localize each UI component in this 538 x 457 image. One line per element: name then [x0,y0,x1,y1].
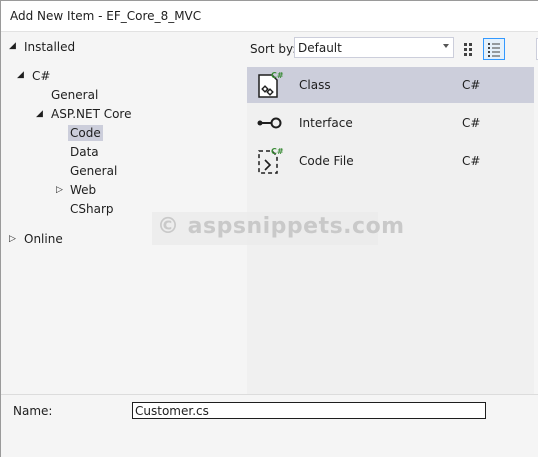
expanded-arrow-icon[interactable]: ◢ [36,109,43,119]
template-language: C# [462,154,481,168]
tree-item-general[interactable]: General [51,88,98,102]
sort-by-dropdown[interactable]: Default [294,37,454,58]
expanded-arrow-icon[interactable]: ◢ [9,41,16,51]
collapsed-arrow-icon[interactable]: ▷ [9,234,16,244]
grid-view-icon [464,43,472,56]
sort-by-value: Default [298,41,342,55]
tree-item-general-sub[interactable]: General [70,164,117,178]
template-item-class[interactable]: C# Class C# [247,67,534,103]
watermark-text: © aspsnippets.com [157,214,405,239]
window-title: Add New Item - EF_Core_8_MVC [10,9,202,23]
bottom-panel: Name: [1,394,538,457]
template-language: C# [462,116,481,130]
expanded-arrow-icon[interactable]: ◢ [17,70,24,80]
tree-item-csharp[interactable]: C# [32,69,50,83]
medium-icons-view-button[interactable] [459,38,481,60]
name-label: Name: [13,404,53,418]
tree-item-online[interactable]: Online [24,232,63,246]
watermark: © aspsnippets.com [152,212,404,245]
template-language: C# [462,78,481,92]
template-name: Interface [299,116,353,130]
interface-icon [257,117,282,129]
tree-item-code[interactable]: Code [68,125,103,141]
list-view-icon [488,43,500,57]
name-field[interactable] [132,402,486,419]
chevron-down-icon [443,44,449,48]
title-bar: Add New Item - EF_Core_8_MVC [1,1,538,32]
template-item-code-file[interactable]: C# Code File C# [247,143,534,179]
tree-item-aspnet-core[interactable]: ASP.NET Core [51,107,131,121]
class-icon: C# [258,71,284,98]
template-name: Class [299,78,331,92]
tree-item-web[interactable]: Web [70,183,96,197]
template-item-interface[interactable]: Interface C# [247,105,534,141]
svg-text:C#: C# [271,71,284,80]
sort-by-label: Sort by: [250,42,297,56]
template-name: Code File [299,154,354,168]
add-new-item-dialog: Add New Item - EF_Core_8_MVC ◢ Installed… [0,0,538,457]
code-file-icon: C# [258,147,284,174]
tree-item-installed[interactable]: Installed [24,40,75,54]
tree-item-data[interactable]: Data [70,145,99,159]
collapsed-arrow-icon[interactable]: ▷ [56,185,63,195]
list-view-button[interactable] [483,38,505,60]
svg-text:C#: C# [271,147,284,156]
tree-item-csharp-sub[interactable]: CSharp [70,202,114,216]
